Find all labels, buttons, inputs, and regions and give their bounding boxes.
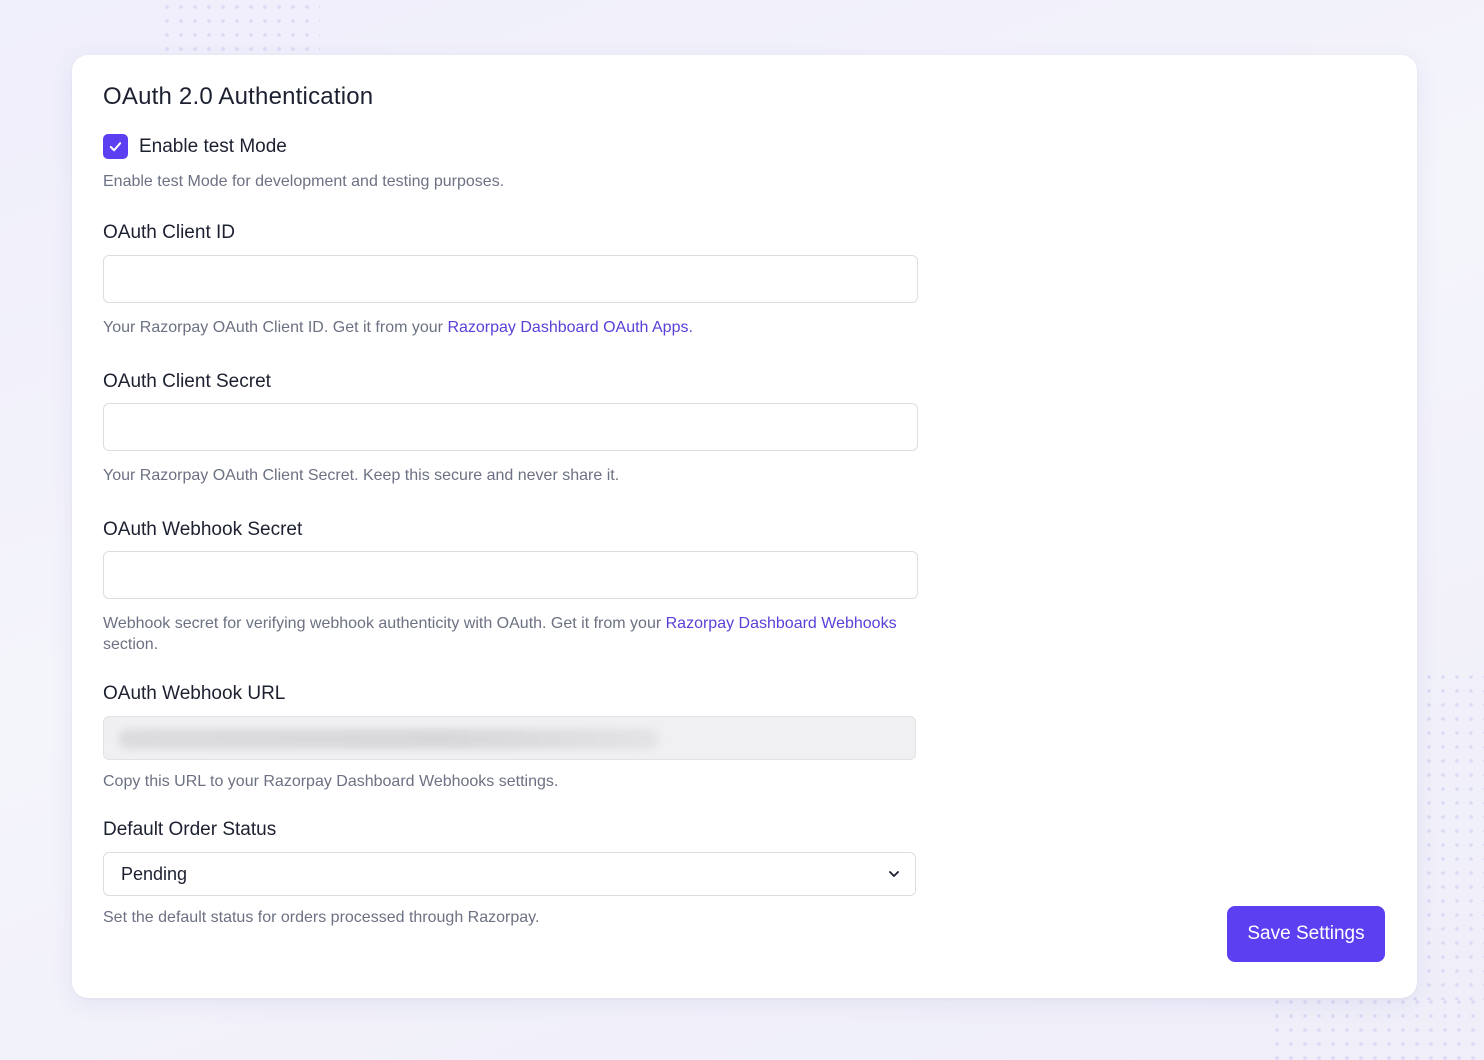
order-status-label: Default Order Status bbox=[103, 819, 277, 840]
decorative-dots-bottom-right bbox=[1270, 995, 1484, 1060]
webhook-secret-help-suffix: section. bbox=[103, 636, 159, 653]
order-status-help: Set the default status for orders proces… bbox=[103, 909, 540, 926]
webhook-secret-help-text: Webhook secret for verifying webhook aut… bbox=[103, 615, 666, 632]
order-status-select[interactable]: Pending bbox=[103, 852, 916, 896]
webhook-url-help: Copy this URL to your Razorpay Dashboard… bbox=[103, 773, 559, 790]
webhook-secret-input[interactable] bbox=[103, 551, 918, 599]
dashboard-webhooks-link[interactable]: Razorpay Dashboard Webhooks bbox=[666, 615, 897, 632]
order-status-value: Pending bbox=[121, 863, 188, 884]
oauth-apps-link[interactable]: Razorpay Dashboard OAuth Apps. bbox=[447, 319, 692, 336]
webhook-secret-label: OAuth Webhook Secret bbox=[103, 519, 303, 540]
settings-card: OAuth 2.0 Authentication Enable test Mod… bbox=[72, 55, 1417, 998]
client-id-input[interactable] bbox=[103, 255, 918, 303]
chevron-down-icon bbox=[889, 871, 899, 877]
client-id-help-text: Your Razorpay OAuth Client ID. Get it fr… bbox=[103, 319, 448, 336]
check-icon bbox=[109, 142, 122, 152]
test-mode-label: Enable test Mode bbox=[139, 135, 287, 157]
test-mode-help: Enable test Mode for development and tes… bbox=[103, 173, 505, 190]
webhook-url-label: OAuth Webhook URL bbox=[103, 683, 286, 704]
webhook-url-field[interactable] bbox=[103, 716, 916, 760]
save-settings-button[interactable]: Save Settings bbox=[1227, 906, 1385, 962]
client-secret-label: OAuth Client Secret bbox=[103, 371, 271, 392]
test-mode-checkbox[interactable] bbox=[103, 134, 128, 159]
test-mode-toggle[interactable]: Enable test Mode bbox=[103, 134, 287, 159]
webhook-secret-help: Webhook secret for verifying webhook aut… bbox=[103, 613, 943, 655]
client-secret-input[interactable] bbox=[103, 403, 918, 451]
section-title: OAuth 2.0 Authentication bbox=[103, 83, 374, 110]
client-id-help: Your Razorpay OAuth Client ID. Get it fr… bbox=[103, 317, 693, 338]
decorative-dots-right bbox=[1408, 670, 1484, 1000]
webhook-url-value-redacted bbox=[118, 729, 658, 749]
client-secret-help: Your Razorpay OAuth Client Secret. Keep … bbox=[103, 467, 620, 484]
decorative-dots-top-left bbox=[160, 0, 320, 56]
client-id-label: OAuth Client ID bbox=[103, 222, 235, 243]
